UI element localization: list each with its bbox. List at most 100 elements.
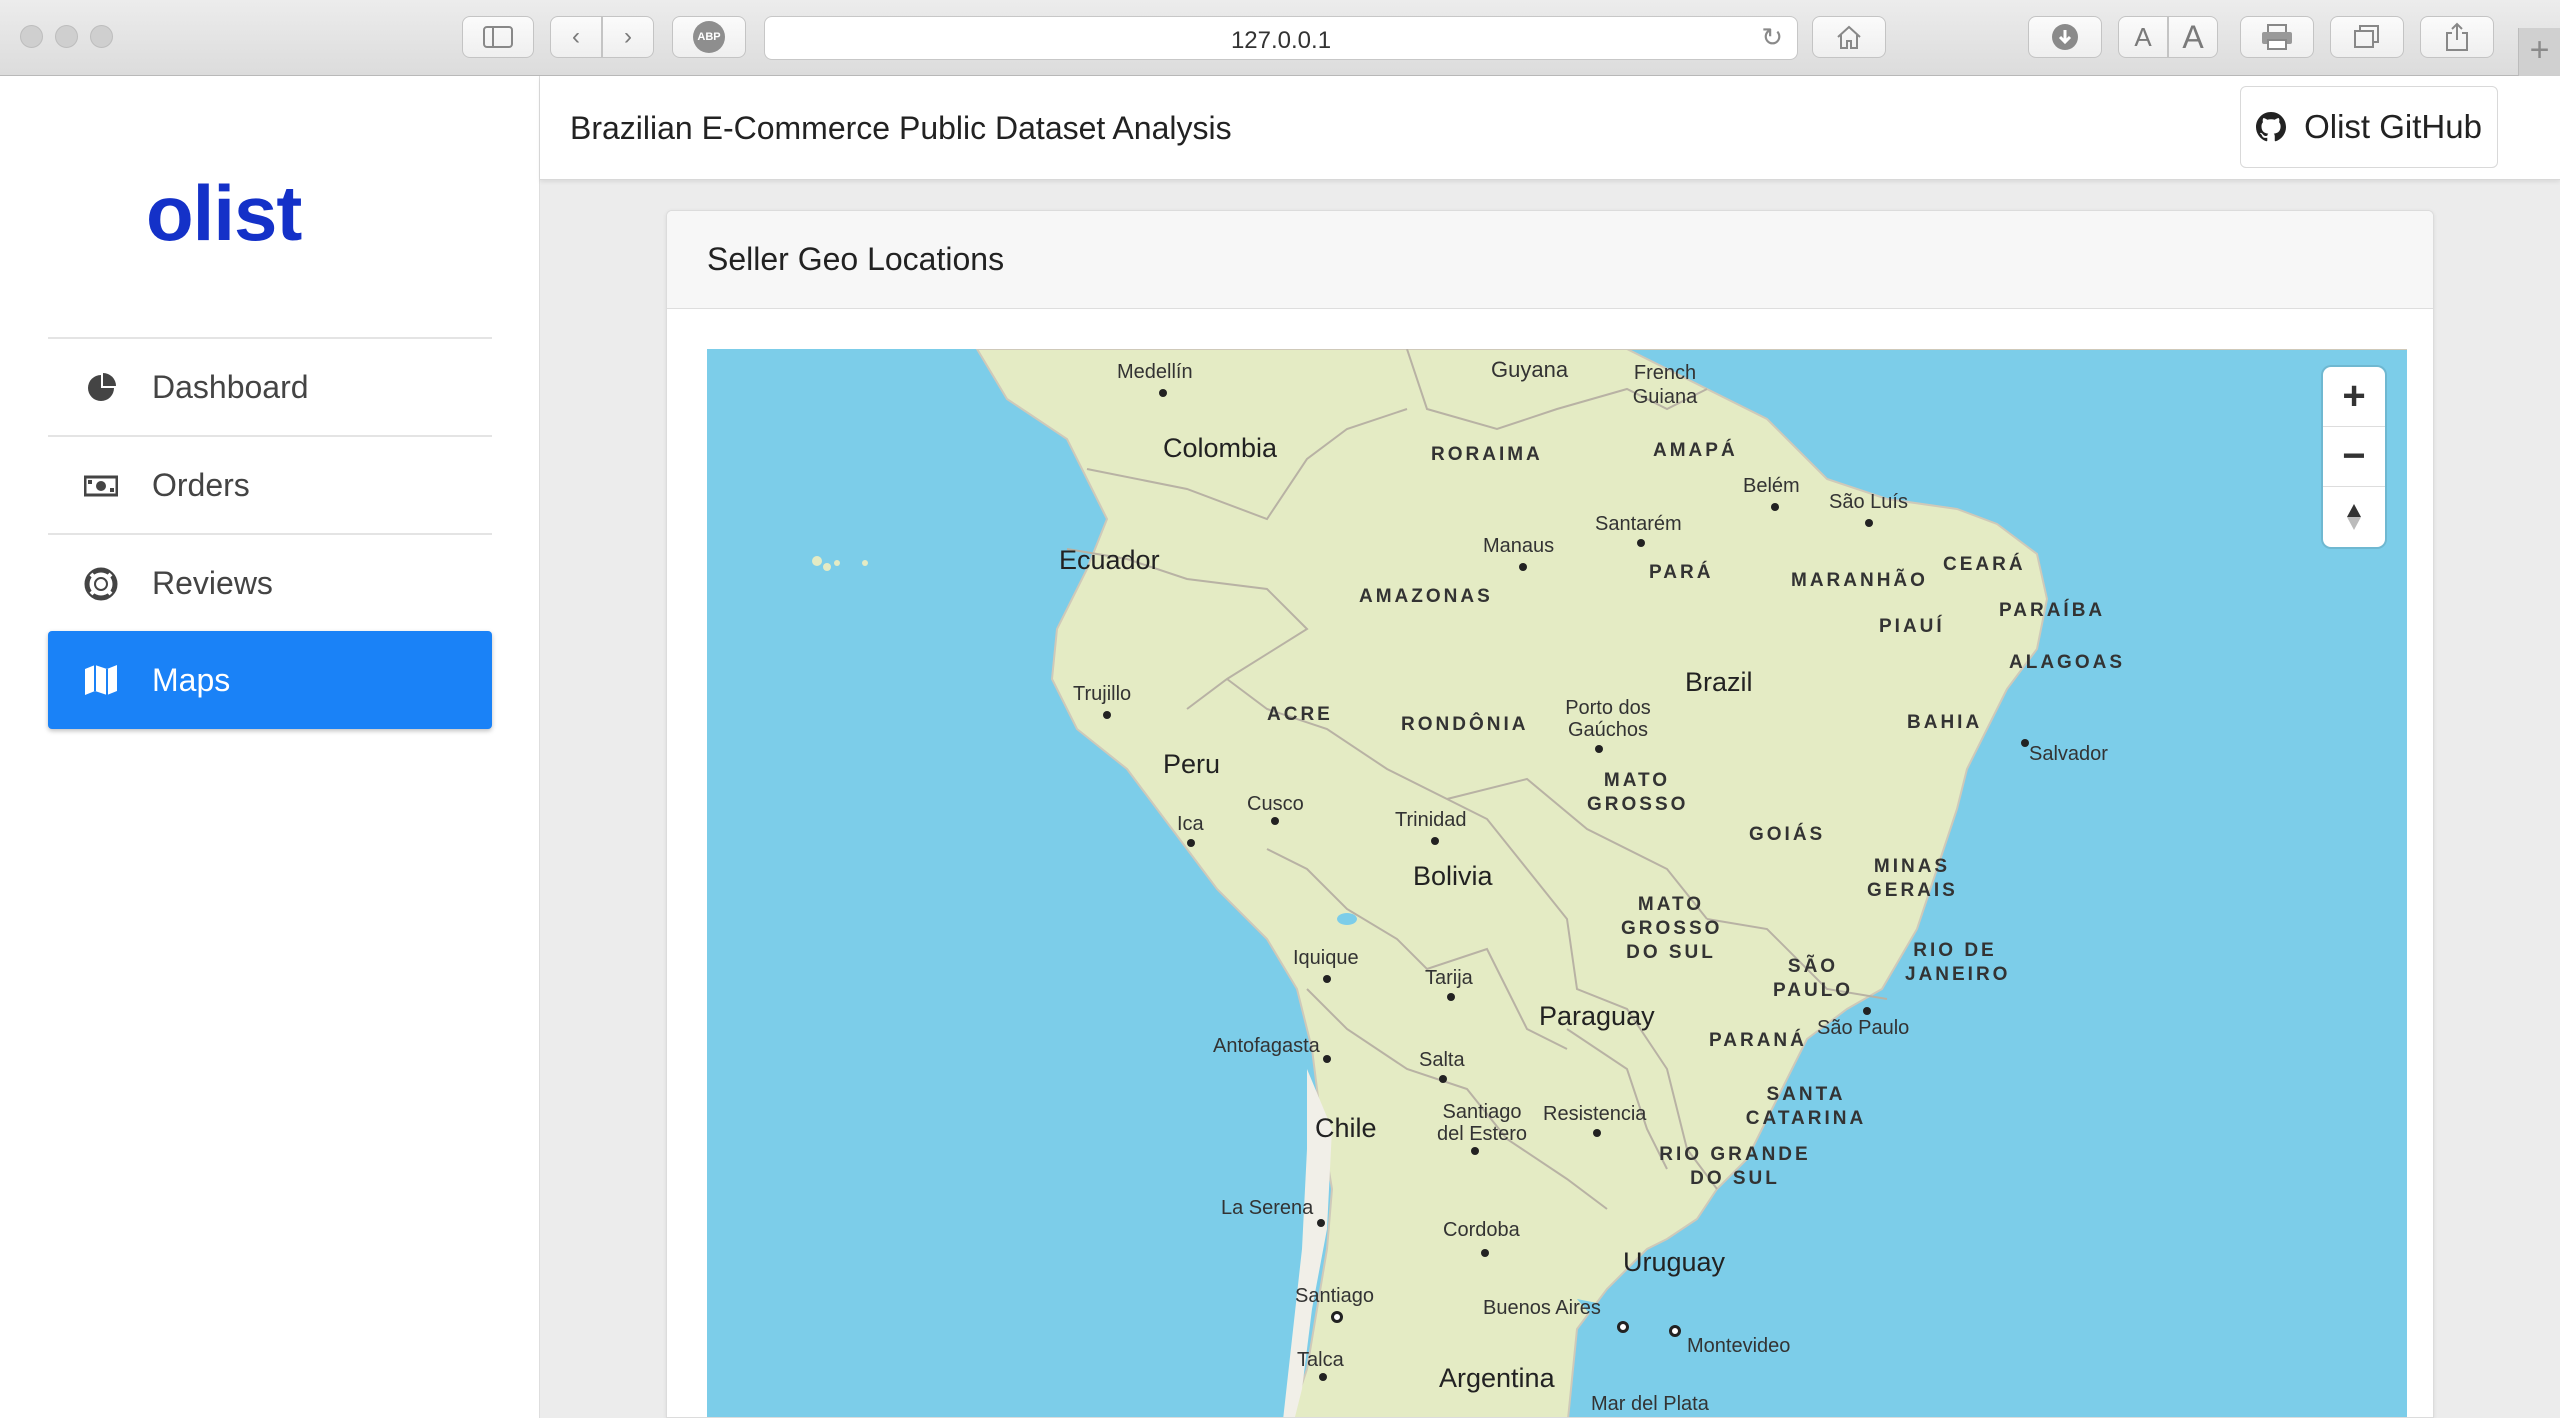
zoom-in-button[interactable]: + — [2323, 367, 2385, 427]
city-dot — [1519, 563, 1527, 571]
label-ica: Ica — [1177, 813, 1204, 835]
card-title: Seller Geo Locations — [707, 241, 1005, 277]
label-cusco: Cusco — [1247, 793, 1304, 815]
sidebar-item-maps[interactable]: Maps — [48, 631, 492, 729]
lake-patos — [1731, 1225, 1743, 1253]
olist-logo[interactable]: olist — [146, 168, 302, 259]
github-icon — [2256, 112, 2287, 142]
label-montevideo: Montevideo — [1687, 1335, 1791, 1357]
seller-geo-card: Seller Geo Locations Colombia Ecuador Pe… — [666, 210, 2434, 1418]
label-la-serena: La Serena — [1221, 1197, 1314, 1219]
label-rondonia: RONDÔNIA — [1401, 714, 1529, 735]
new-tab-button[interactable]: + — [2518, 28, 2560, 76]
label-colombia: Colombia — [1163, 433, 1278, 463]
label-salvador: Salvador — [2029, 743, 2108, 765]
city-dot — [1317, 1219, 1325, 1227]
city-dot — [1447, 993, 1455, 1001]
label-ceara: CEARÁ — [1943, 554, 2026, 575]
label-paraiba: PARAÍBA — [1999, 600, 2106, 621]
sidebar-item-reviews[interactable]: Reviews — [48, 533, 492, 631]
pie-chart-icon — [88, 373, 116, 401]
map-icon — [85, 665, 117, 695]
sidebar-menu: Dashboard Orders Reviews Maps — [48, 337, 492, 729]
label-buenos-aires: Buenos Aires — [1483, 1297, 1601, 1319]
zoom-out-button[interactable]: − — [2323, 427, 2385, 487]
city-dot — [1103, 711, 1111, 719]
sidebar-item-dashboard[interactable]: Dashboard — [48, 337, 492, 435]
city-dot — [1323, 1055, 1331, 1063]
text-smaller-button[interactable]: A — [2118, 16, 2168, 58]
font-smaller-icon: A — [2134, 21, 2152, 52]
maximize-window-button[interactable] — [90, 25, 113, 48]
sidebar-item-label: Maps — [152, 661, 231, 698]
card-header: Seller Geo Locations — [667, 211, 2433, 309]
label-maranhao: MARANHÃO — [1791, 570, 1928, 591]
minimize-window-button[interactable] — [55, 25, 78, 48]
home-button[interactable] — [1812, 16, 1886, 58]
sidebar-item-label: Reviews — [152, 564, 273, 601]
label-sao-paulo-state: SÃO PAULO — [1773, 956, 1854, 1001]
top-bar: Brazilian E-Commerce Public Dataset Anal… — [540, 76, 2560, 180]
label-mato-grosso: MATO GROSSO — [1587, 770, 1689, 815]
city-dot — [1593, 1129, 1601, 1137]
city-dot — [1187, 839, 1195, 847]
label-french-guiana: French Guiana — [1632, 362, 1698, 408]
label-roraima: RORAIMA — [1431, 444, 1543, 465]
github-button-label: Olist GitHub — [2304, 108, 2482, 145]
tabs-icon — [2354, 25, 2379, 48]
text-bigger-button[interactable]: A — [2168, 16, 2218, 58]
home-icon — [1837, 25, 1861, 49]
close-window-button[interactable] — [20, 25, 43, 48]
sidebar-item-orders[interactable]: Orders — [48, 435, 492, 533]
tabs-overview-button[interactable] — [2330, 16, 2404, 58]
sidebar-toggle-button[interactable] — [462, 16, 534, 58]
download-icon — [2052, 24, 2078, 50]
adblock-button[interactable]: ABP — [672, 16, 746, 58]
browser-toolbar: ‹ › ABP 127.0.0.1 ↻ A A + — [0, 0, 2560, 76]
label-mar-del-plata: Mar del Plata — [1591, 1393, 1709, 1415]
compass-button[interactable] — [2323, 487, 2385, 547]
forward-button[interactable]: › — [602, 16, 654, 58]
label-amapa: AMAPÁ — [1653, 440, 1738, 461]
print-button[interactable] — [2240, 16, 2314, 58]
city-dot — [2021, 739, 2029, 747]
capital-dot — [1331, 1311, 1343, 1323]
label-santarem: Santarém — [1595, 513, 1682, 535]
lake-titicaca — [1337, 913, 1357, 925]
city-dot — [1439, 1075, 1447, 1083]
label-santiago: Santiago — [1295, 1285, 1374, 1307]
seller-map[interactable]: Colombia Ecuador Peru Brazil Bolivia Par… — [707, 349, 2407, 1417]
city-dot — [1595, 745, 1603, 753]
label-parana: PARANÁ — [1709, 1030, 1807, 1051]
label-salta: Salta — [1419, 1049, 1465, 1071]
share-button[interactable] — [2420, 16, 2494, 58]
back-button[interactable]: ‹ — [550, 16, 602, 58]
map-basemap — [812, 349, 2407, 1417]
city-dot — [1471, 1147, 1479, 1155]
label-amazonas: AMAZONAS — [1359, 586, 1493, 607]
sidebar-item-label: Orders — [152, 466, 250, 503]
label-medellin: Medellín — [1117, 361, 1193, 383]
reload-icon[interactable]: ↻ — [1761, 22, 1783, 53]
life-ring-icon — [84, 567, 118, 601]
city-dot — [1865, 519, 1873, 527]
galapagos-islands — [812, 556, 868, 571]
city-dot — [1863, 1007, 1871, 1015]
label-goias: GOIÁS — [1749, 824, 1826, 845]
github-button[interactable]: Olist GitHub — [2240, 86, 2498, 168]
label-chile: Chile — [1315, 1113, 1377, 1143]
address-bar[interactable]: 127.0.0.1 ↻ — [764, 16, 1798, 60]
sidebar-icon — [483, 26, 513, 48]
sidebar-item-label: Dashboard — [152, 368, 309, 405]
city-dot — [1159, 389, 1167, 397]
map-zoom-controls: + − — [2323, 367, 2385, 547]
label-santa-catarina: SANTA CATARINA — [1745, 1084, 1867, 1129]
label-iquique: Iquique — [1293, 947, 1359, 969]
label-rio-de-janeiro: RIO DE JANEIRO — [1905, 940, 2011, 985]
label-argentina: Argentina — [1439, 1363, 1555, 1393]
downloads-button[interactable] — [2028, 16, 2102, 58]
city-dot — [1481, 1249, 1489, 1257]
capital-dot — [1617, 1321, 1629, 1333]
label-para: PARÁ — [1649, 562, 1714, 583]
label-bolivia: Bolivia — [1413, 861, 1493, 891]
